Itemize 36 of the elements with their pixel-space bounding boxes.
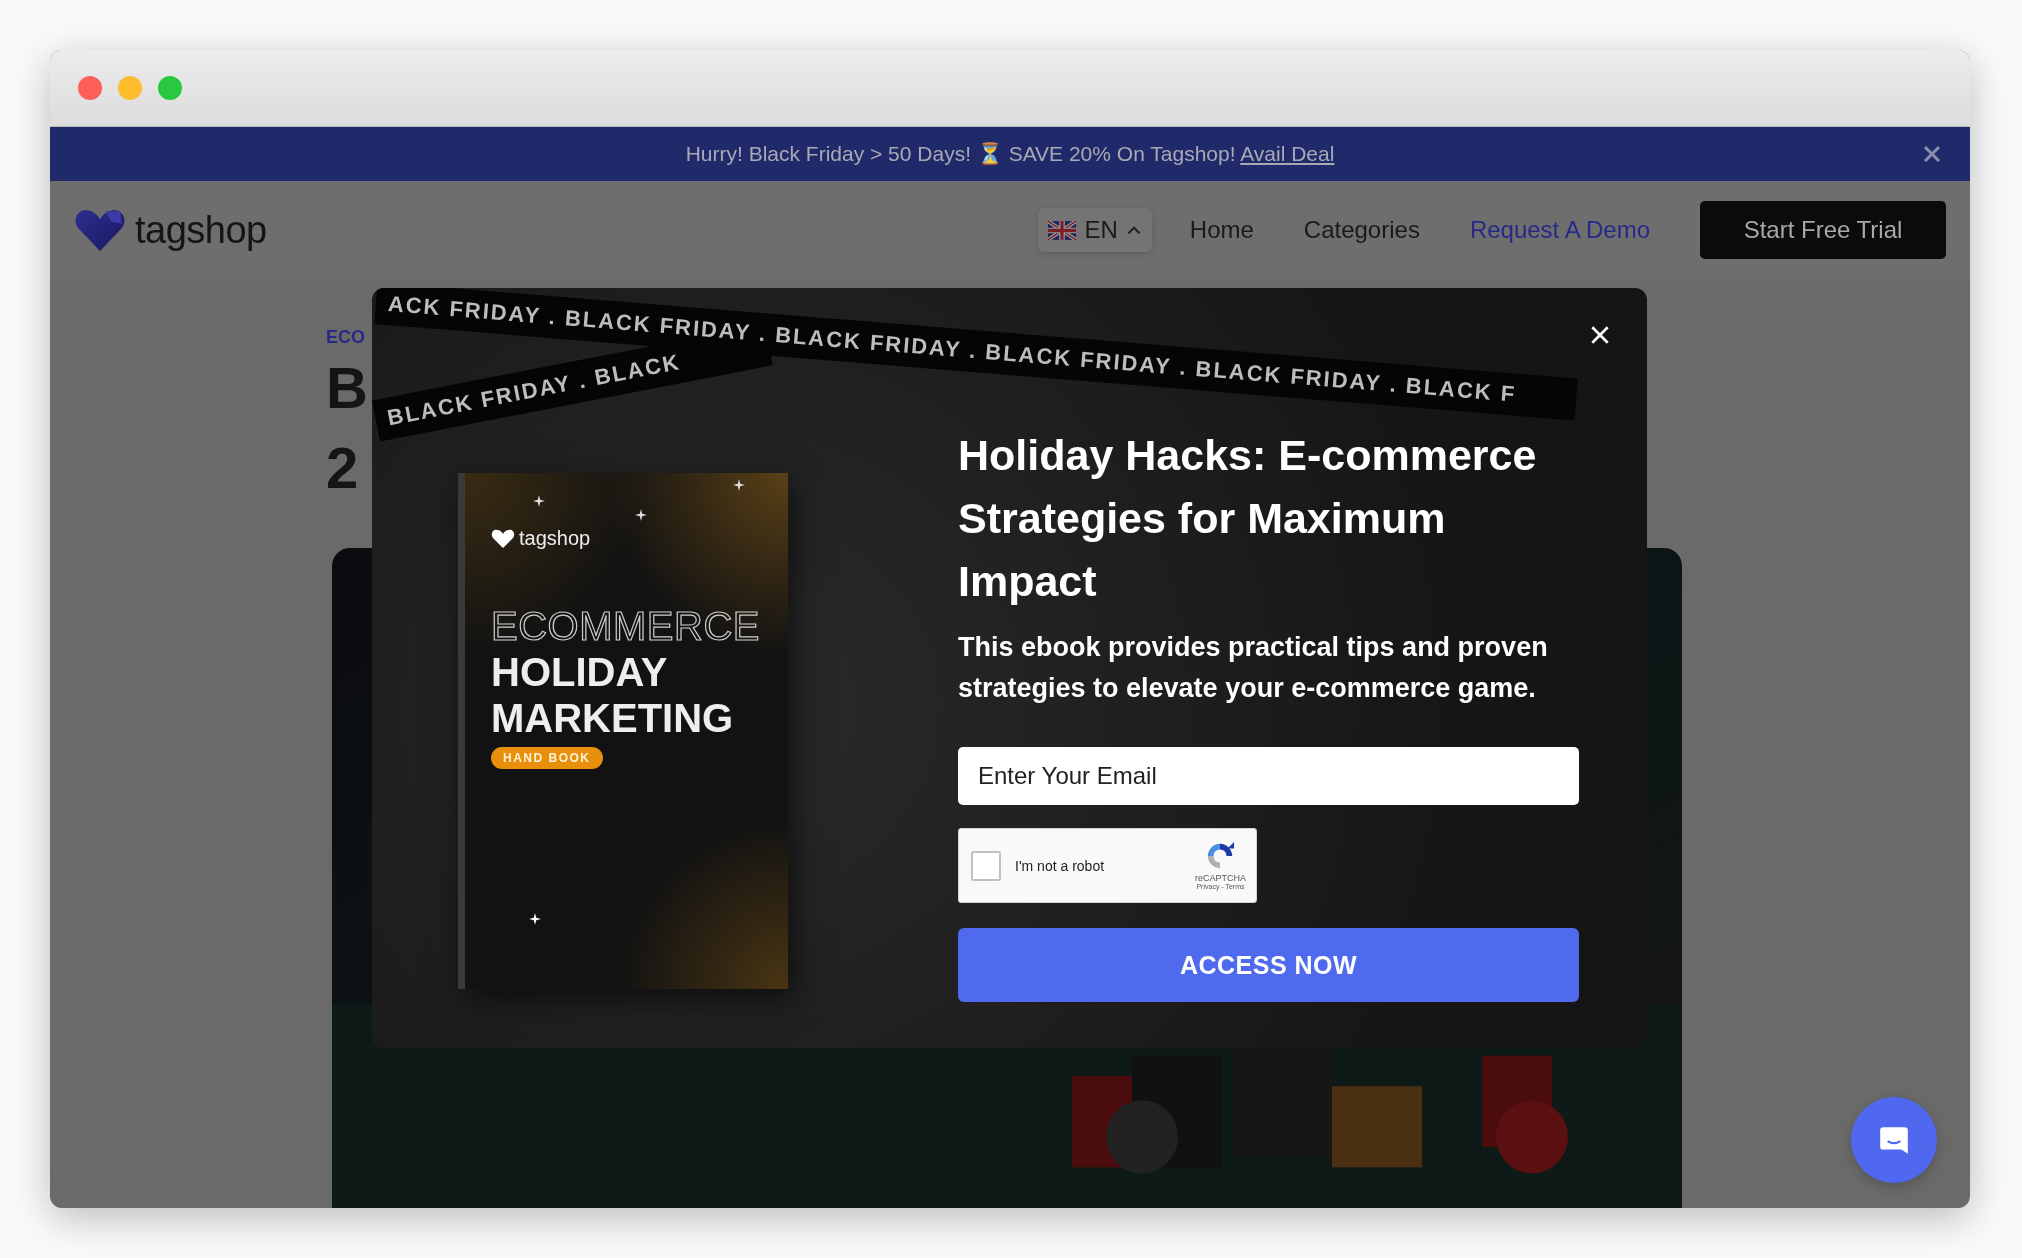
start-free-trial-button[interactable]: Start Free Trial (1700, 201, 1946, 259)
heart-logo-icon (491, 528, 515, 549)
flag-icon (1048, 220, 1077, 240)
email-field[interactable]: Enter Your Email (958, 747, 1579, 805)
checkbox[interactable] (971, 850, 1001, 881)
sparkle-icon (529, 913, 541, 925)
language-selector[interactable]: EN (1038, 208, 1152, 252)
nav-link[interactable]: Request A Demo (1469, 216, 1650, 244)
book-title: MARKETING (491, 695, 734, 741)
book-brand: tagshop (519, 527, 591, 550)
book-title: HOLIDAY (491, 649, 668, 695)
sparkle-icon (533, 495, 545, 507)
category-label: ECO (326, 327, 365, 348)
maximize-window-icon[interactable] (158, 76, 182, 100)
close-window-icon[interactable] (78, 76, 102, 100)
captcha-label: I'm not a robot (1015, 857, 1106, 874)
close-icon[interactable] (1589, 324, 1611, 346)
modal-title: Holiday Hacks: E-commerce Strategies for Maximum Impact (958, 430, 1538, 607)
access-now-button[interactable]: ACCESS NOW (958, 928, 1579, 1002)
nav-link[interactable]: Home (1189, 216, 1254, 244)
nav-link[interactable]: Categories (1303, 216, 1420, 244)
minimize-window-icon[interactable] (118, 76, 142, 100)
heart-logo-icon (73, 207, 127, 253)
modal-description: This ebook provides practical tips and proven strategies to elevate your e-commerce game. (958, 631, 1549, 705)
sparkle-icon (635, 509, 647, 521)
captcha-brand: reCAPTCHA (1195, 873, 1246, 883)
caret-icon (1125, 224, 1142, 236)
recaptcha-icon (1205, 841, 1236, 871)
announcement-text: Hurry! Black Friday > 50 Days! ⏳ SAVE 20% On Tagshop! Avail Deal (685, 142, 1335, 166)
sparkle-icon (733, 479, 745, 491)
book-badge: HAND BOOK (491, 747, 603, 769)
book-title: ECOMMERCE (491, 604, 760, 649)
article-title: 2 (326, 434, 359, 502)
article-title: B (326, 354, 368, 422)
avail-deal-link[interactable]: Avail Deal (1240, 142, 1335, 165)
logo-text: tagshop (135, 208, 267, 252)
